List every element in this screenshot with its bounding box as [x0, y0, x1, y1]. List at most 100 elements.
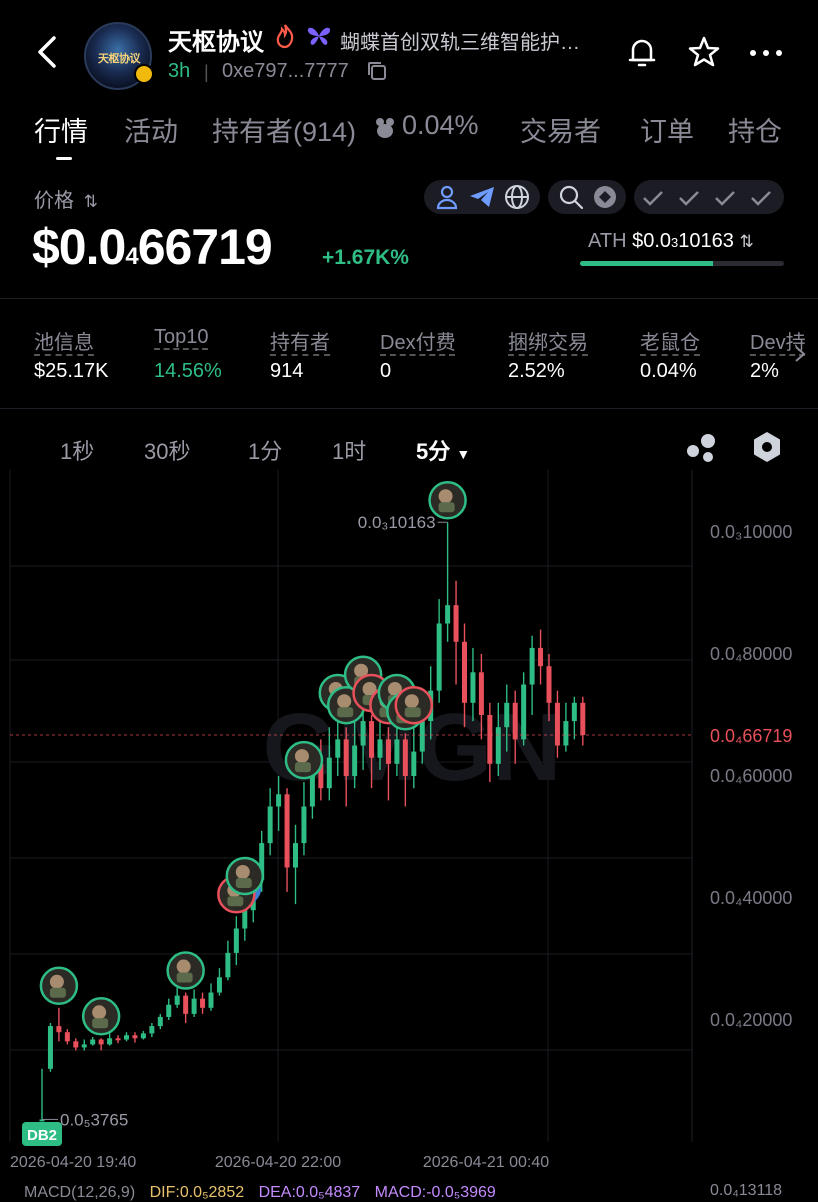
candle-body: [115, 1038, 121, 1041]
stat-label[interactable]: Dex付费: [380, 326, 456, 355]
trader-avatar-icon: [294, 762, 311, 773]
trader-avatar-icon: [235, 878, 252, 888]
chevron-right-icon[interactable]: [792, 344, 808, 364]
candle-body: [504, 702, 510, 728]
bell-icon[interactable]: [624, 34, 660, 70]
candle-body: [470, 672, 476, 703]
tab-activity[interactable]: 活动: [124, 110, 178, 149]
tab-orders[interactable]: 订单: [640, 110, 694, 149]
candle-body: [538, 647, 544, 667]
stat-value: 914: [270, 360, 304, 382]
candle-body: [546, 666, 552, 703]
bubbles-icon[interactable]: [684, 432, 718, 464]
candle-body: [276, 794, 282, 807]
candle-body: [360, 721, 366, 746]
contract-scan-icon[interactable]: [592, 184, 618, 210]
stat-label[interactable]: 持有者: [270, 326, 330, 355]
more-icon[interactable]: [748, 48, 784, 58]
tab-holders[interactable]: 持有者(914): [212, 110, 356, 149]
interval-1h[interactable]: 1时: [332, 434, 366, 466]
token-description: 蝴蝶首创双轨三维智能护…: [340, 32, 580, 54]
macd-label: MACD(12,26,9): [24, 1184, 136, 1201]
candle-body: [166, 1004, 172, 1017]
settings-hex-icon[interactable]: [750, 430, 784, 464]
trader-avatar-icon: [404, 707, 421, 718]
candle-body: [200, 998, 206, 1008]
stat-label[interactable]: 池信息: [34, 326, 94, 355]
candle-body: [132, 1035, 138, 1039]
rat-icon: [376, 118, 394, 138]
candle-body: [140, 1033, 146, 1039]
tab-market[interactable]: 行情: [34, 110, 88, 149]
ath-value: ATH $0.0310163 ⇅: [588, 230, 754, 252]
candle-body: [563, 721, 569, 746]
candle-body: [301, 806, 307, 844]
stat-value: 0.04%: [640, 360, 697, 382]
tab-positions[interactable]: 持仓: [728, 110, 782, 149]
candle-body: [191, 998, 197, 1014]
low-price-label: 0.0₅3765: [60, 1110, 128, 1129]
butterfly-icon: [307, 27, 331, 45]
chain-badge-icon: [134, 64, 154, 84]
candle-body: [183, 995, 189, 1014]
candle-body: [419, 721, 425, 752]
candle-body: [56, 1026, 62, 1033]
y-axis-label: 0.0₄60000: [710, 766, 792, 786]
swap-icon[interactable]: ⇅: [84, 192, 98, 211]
telegram-icon[interactable]: [468, 184, 496, 210]
trader-avatar-icon: [294, 749, 309, 764]
candle-body: [571, 702, 577, 722]
price-change: +1.67K%: [322, 246, 409, 269]
candle-body: [124, 1035, 129, 1040]
candle-body: [487, 715, 493, 764]
trader-avatar-icon: [227, 896, 244, 907]
divider: [0, 408, 818, 409]
divider: [0, 298, 818, 299]
macd-indicator-row: MACD(12,26,9) DIF:0.0₅2852 DEA:0.0₅4837 …: [24, 1184, 506, 1202]
candle-body: [512, 702, 518, 740]
tab-rat-percent[interactable]: 0.04%: [402, 110, 479, 141]
fire-icon: [276, 24, 294, 49]
price-chart[interactable]: GMGN0.0₃100000.0₄800000.0₄600000.0₄40000…: [0, 470, 818, 1180]
candle-body: [529, 647, 535, 685]
user-icon[interactable]: [434, 184, 460, 210]
trader-avatar-icon: [49, 987, 66, 998]
candle-body: [293, 843, 298, 868]
candle-body: [478, 672, 484, 715]
price-label: 价格 ⇅: [34, 190, 98, 212]
back-arrow-icon[interactable]: [30, 34, 66, 70]
y-axis-label: 0.0₄40000: [710, 888, 792, 908]
globe-icon[interactable]: [504, 184, 530, 210]
search-icon[interactable]: [558, 184, 584, 210]
candle-body: [216, 977, 222, 993]
candle-body: [47, 1026, 53, 1069]
candle-body: [284, 794, 290, 868]
trader-avatar-icon: [337, 707, 354, 718]
contract-address[interactable]: 0xe797...7777: [222, 60, 349, 83]
tab-traders[interactable]: 交易者: [520, 110, 601, 149]
price-value: $0.0466719: [32, 219, 273, 275]
trader-avatar-icon: [235, 865, 250, 879]
stat-label[interactable]: 老鼠仓: [640, 326, 700, 355]
macd-value-label: MACD:-0.0₅3969: [374, 1184, 496, 1201]
candle-body: [242, 910, 248, 929]
candle-body: [495, 727, 501, 764]
interval-1m[interactable]: 1分: [248, 434, 282, 466]
stat-label[interactable]: Top10: [154, 326, 209, 349]
y-axis-label: 0.0₄20000: [710, 1010, 792, 1030]
stat-label[interactable]: 捆绑交易: [508, 326, 588, 355]
interval-1s[interactable]: 1秒: [60, 434, 94, 466]
candle-body: [98, 1039, 104, 1045]
candle-body: [352, 745, 358, 776]
candle-body: [225, 952, 231, 978]
dif-label: DIF:0.0₅2852: [149, 1184, 245, 1201]
interval-5m[interactable]: 5分 ▼: [416, 434, 470, 466]
token-age: 3h: [168, 60, 191, 82]
trader-avatar-icon: [92, 1005, 107, 1020]
candle-body: [81, 1044, 87, 1048]
star-icon[interactable]: [686, 34, 722, 70]
copy-icon[interactable]: [366, 60, 388, 82]
candle-body: [73, 1041, 79, 1048]
current-price-label: 0.0₄66719: [710, 726, 792, 746]
interval-30s[interactable]: 30秒: [144, 434, 190, 466]
